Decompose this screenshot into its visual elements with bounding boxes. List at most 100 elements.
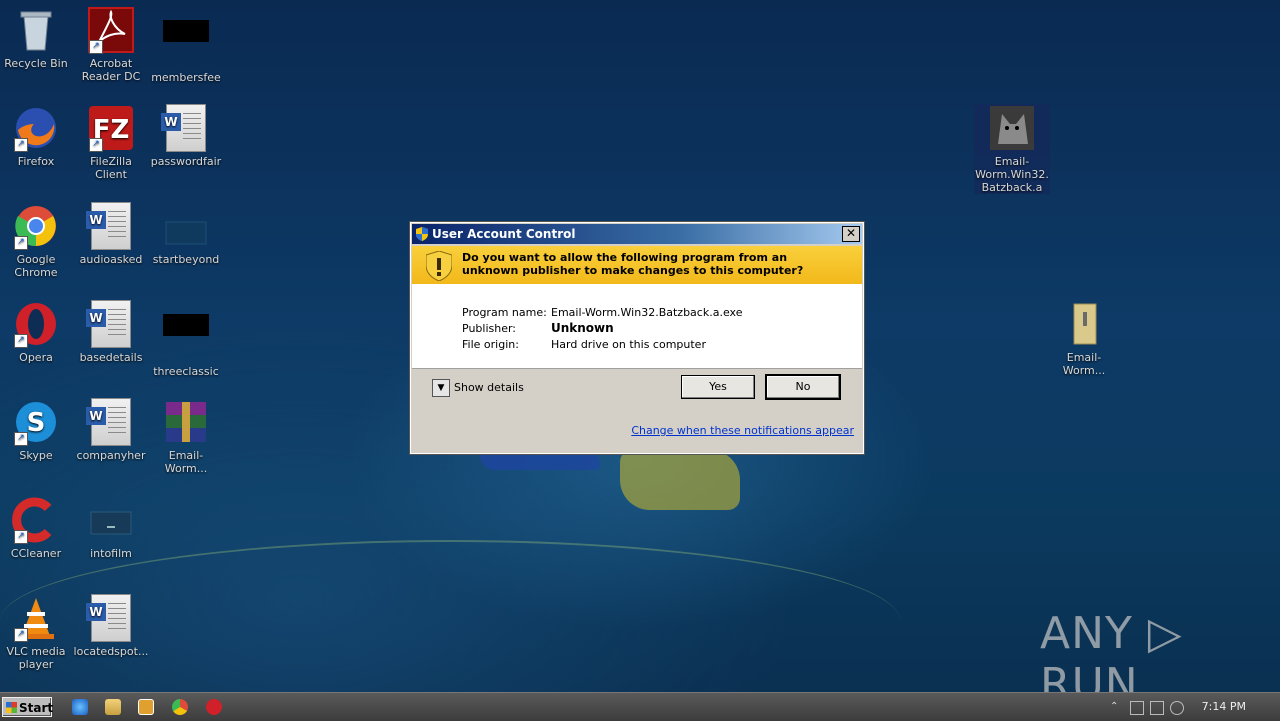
desktop-icon-label: Skype	[19, 449, 53, 462]
vlc-cone-icon: ↗	[12, 594, 60, 642]
shortcut-arrow-icon: ↗	[14, 628, 28, 642]
desktop-icon-label: Email-Worm.Win32.Batzback.a	[975, 155, 1049, 194]
ccleaner-icon: ↗	[12, 496, 60, 544]
word-document-icon: W	[86, 398, 135, 446]
svg-text:S: S	[27, 408, 46, 438]
blank-file-icon	[162, 314, 210, 362]
volume-icon[interactable]	[1170, 701, 1184, 715]
change-notifications-link[interactable]: Change when these notifications appear	[631, 424, 854, 437]
desktop-icon-label: companyher	[76, 449, 146, 462]
desktop-icon-recycle-bin[interactable]: Recycle Bin	[0, 6, 74, 70]
desktop-icon-vlc[interactable]: ↗ VLC media player	[0, 594, 74, 671]
video-file-icon	[87, 496, 135, 544]
start-label: Start	[19, 701, 54, 715]
acrobat-reader-icon: ↗	[87, 6, 135, 54]
opera-taskbar-icon[interactable]	[206, 699, 222, 715]
desktop-icon-email-worm-exe[interactable]: Email-Worm.Win32.Batzback.a	[974, 104, 1050, 194]
desktop-icon-basedetails[interactable]: W basedetails	[73, 300, 149, 364]
desktop-icon-label: CCleaner	[10, 547, 62, 560]
system-tray: ⌃ 7:14 PM	[1105, 693, 1280, 721]
file-explorer-icon[interactable]	[105, 699, 121, 715]
desktop-icon-label: membersfee	[151, 71, 221, 84]
desktop-icon-acrobat-reader[interactable]: ↗ Acrobat Reader DC	[73, 6, 149, 83]
file-origin-label: File origin:	[462, 338, 519, 351]
desktop-icon-email-worm-folder[interactable]: Email-Worm...	[1046, 300, 1122, 377]
desktop-icon-membersfee[interactable]: membersfee	[148, 6, 224, 84]
desktop-icon-label: Recycle Bin	[4, 57, 68, 70]
word-document-icon: W	[86, 202, 135, 250]
desktop-icon-label: Opera	[19, 351, 53, 364]
program-name-value: Email-Worm.Win32.Batzback.a.exe	[551, 306, 743, 319]
publisher-label: Publisher:	[462, 322, 517, 335]
winrar-archive-icon	[162, 398, 210, 446]
wolf-image-icon	[988, 104, 1036, 152]
uac-title: User Account Control	[432, 227, 576, 241]
clock[interactable]: 7:14 PM	[1202, 700, 1246, 713]
desktop-icon-audioasked[interactable]: W audioasked	[73, 202, 149, 266]
recycle-bin-icon	[12, 6, 60, 54]
desktop-icon-skype[interactable]: S ↗ Skype	[0, 398, 74, 462]
desktop-icon-threeclassic[interactable]: threeclassic	[148, 300, 224, 378]
blank-file-icon	[162, 20, 210, 68]
file-origin-value: Hard drive on this computer	[551, 338, 706, 351]
no-button[interactable]: No	[766, 375, 840, 399]
zip-folder-icon	[1060, 300, 1108, 348]
uac-program-info: Program name: Email-Worm.Win32.Batzback.a…	[412, 284, 862, 369]
desktop-icon-label: basedetails	[79, 351, 143, 364]
desktop-icon-label: FileZilla Client	[90, 155, 132, 181]
desktop-icon-label: Google Chrome	[14, 253, 58, 279]
desktop-icon-passwordfair[interactable]: W passwordfair	[148, 104, 224, 168]
chevron-down-icon[interactable]: ▼	[432, 379, 450, 397]
chrome-icon: ↗	[12, 202, 60, 250]
word-document-icon: W	[86, 594, 135, 642]
start-button[interactable]: Start	[2, 697, 54, 717]
desktop-icon-firefox[interactable]: ↗ Firefox	[0, 104, 74, 168]
opera-icon: ↗	[12, 300, 60, 348]
desktop-icon-label: intofilm	[90, 547, 132, 560]
desktop-icon-label: locatedspot...	[73, 645, 149, 658]
show-details-toggle[interactable]: ▼ Show details	[432, 379, 524, 397]
desktop-icon-opera[interactable]: ↗ Opera	[0, 300, 74, 364]
yes-button[interactable]: Yes	[681, 375, 755, 399]
word-document-icon: W	[161, 104, 210, 152]
warning-shield-icon	[426, 251, 452, 281]
network-icon[interactable]	[1150, 701, 1164, 715]
filezilla-icon: FZ ↗	[87, 104, 135, 152]
desktop-icon-email-worm-archive[interactable]: Email-Worm...	[148, 398, 224, 475]
shortcut-arrow-icon: ↗	[14, 334, 28, 348]
desktop-icon-label: audioasked	[79, 253, 143, 266]
desktop-icon-label: passwordfair	[150, 155, 222, 168]
uac-dialog: User Account Control ✕ Do you want to al…	[409, 221, 865, 455]
program-name-label: Program name:	[462, 306, 547, 319]
taskbar: Start ⌃ 7:14 PM	[0, 692, 1280, 721]
desktop-icon-google-chrome[interactable]: ↗ Google Chrome	[0, 202, 74, 279]
desktop-icon-startbeyond[interactable]: startbeyond	[148, 202, 224, 266]
desktop-icon-ccleaner[interactable]: ↗ CCleaner	[0, 496, 74, 560]
shortcut-arrow-icon: ↗	[14, 138, 28, 152]
action-center-flag-icon[interactable]	[1130, 701, 1144, 715]
desktop-icon-locatedspot[interactable]: W locatedspot...	[73, 594, 149, 658]
internet-explorer-icon[interactable]	[72, 699, 88, 715]
windows-flag-icon	[6, 702, 17, 713]
uac-titlebar[interactable]: User Account Control ✕	[412, 224, 862, 244]
tray-expand-icon[interactable]: ⌃	[1110, 701, 1122, 713]
desktop-icon-label: Email-Worm...	[164, 449, 208, 475]
desktop-icon-companyher[interactable]: W companyher	[73, 398, 149, 462]
desktop-icon-label: Acrobat Reader DC	[81, 57, 141, 83]
shortcut-arrow-icon: ↗	[89, 40, 103, 54]
desktop-icon-label: startbeyond	[152, 253, 220, 266]
uac-shield-icon	[416, 227, 428, 241]
chrome-taskbar-icon[interactable]	[172, 699, 188, 715]
desktop-icon-label: Firefox	[17, 155, 55, 168]
media-player-icon[interactable]	[138, 699, 154, 715]
close-icon[interactable]: ✕	[842, 226, 860, 242]
desktop-icon-intofilm[interactable]: intofilm	[73, 496, 149, 560]
blank-file-icon	[162, 202, 210, 250]
desktop-icon-label: VLC media player	[6, 645, 66, 671]
desktop-icon-label: Email-Worm...	[1062, 351, 1106, 377]
uac-warning-banner: Do you want to allow the following progr…	[412, 246, 862, 284]
desktop-icon-filezilla[interactable]: FZ ↗ FileZilla Client	[73, 104, 149, 181]
program-name-row: Program name: Email-Worm.Win32.Batzback.a…	[462, 306, 742, 319]
desktop-icon-label: threeclassic	[153, 365, 219, 378]
shortcut-arrow-icon: ↗	[14, 530, 28, 544]
